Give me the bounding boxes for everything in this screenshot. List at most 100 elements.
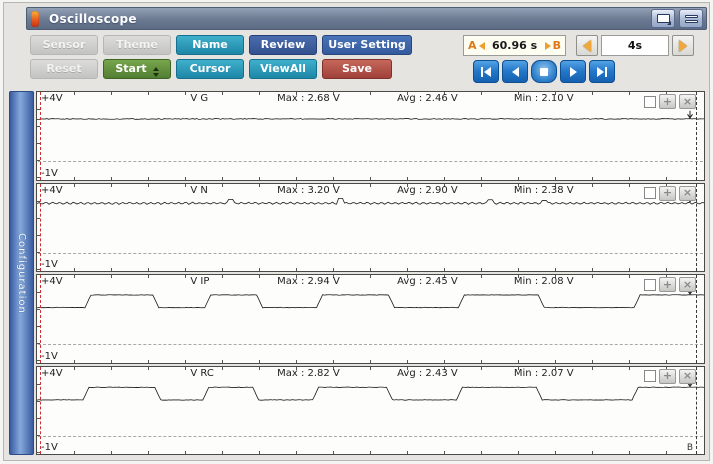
transport-controls bbox=[473, 60, 615, 83]
cursor-b-arrow-icon bbox=[545, 42, 551, 50]
cursor-a-line[interactable] bbox=[40, 367, 41, 455]
cursor-b-line[interactable] bbox=[696, 275, 697, 363]
cursor-button[interactable]: Cursor bbox=[176, 59, 244, 79]
sensor-button[interactable]: Sensor bbox=[30, 35, 98, 55]
app-icon bbox=[31, 11, 39, 27]
time-window-value[interactable]: 4s bbox=[601, 35, 669, 56]
go-first-button[interactable] bbox=[473, 60, 499, 83]
channel-close-button[interactable]: × bbox=[679, 94, 696, 109]
last-icon bbox=[597, 67, 604, 77]
oscilloscope-app: Oscilloscope Sensor Theme Name Review Us… bbox=[0, 0, 713, 464]
channel-close-button[interactable]: × bbox=[679, 277, 696, 292]
cursor-a-arrow-icon bbox=[479, 42, 485, 50]
channel-expand-button[interactable]: + bbox=[659, 369, 676, 384]
cursor-a-label: A bbox=[468, 39, 477, 52]
channel-panel-vrc[interactable]: +4V V RC Max : 2.82 V Avg : 2.43 V Min :… bbox=[36, 366, 705, 456]
next-icon bbox=[570, 67, 577, 77]
channels-area: Configuration +4V V G Max : 2.68 V Avg :… bbox=[9, 91, 705, 455]
max-value: Max : 2.82 V bbox=[277, 368, 340, 379]
waveform-vg bbox=[37, 92, 704, 180]
top-tick-marks bbox=[38, 275, 703, 278]
y-min-label: -1V bbox=[41, 442, 58, 453]
min-value: Min : 2.08 V bbox=[514, 276, 574, 287]
theme-button[interactable]: Theme bbox=[103, 35, 171, 55]
top-tick-marks bbox=[38, 184, 703, 187]
y-min-label: -1V bbox=[41, 259, 58, 270]
top-tick-marks bbox=[38, 367, 703, 370]
min-value: Min : 2.10 V bbox=[514, 93, 574, 104]
cursor-b-line[interactable] bbox=[696, 184, 697, 272]
channel-checkbox[interactable] bbox=[644, 370, 656, 382]
max-value: Max : 2.68 V bbox=[277, 93, 340, 104]
channel-checkbox[interactable] bbox=[644, 96, 656, 108]
start-spinner-icon[interactable] bbox=[153, 67, 159, 77]
channel-name: V N bbox=[190, 185, 208, 196]
channel-panel-vip[interactable]: +4V V IP Max : 2.94 V Avg : 2.45 V Min :… bbox=[36, 274, 705, 364]
top-tick-marks bbox=[38, 92, 703, 95]
waveform-vrc bbox=[37, 367, 704, 455]
channel-expand-button[interactable]: + bbox=[659, 186, 676, 201]
channel-expand-button[interactable]: + bbox=[659, 277, 676, 292]
bottom-tick-marks bbox=[38, 451, 703, 454]
cursor-a-line[interactable] bbox=[40, 92, 41, 180]
window-title: Oscilloscope bbox=[49, 12, 137, 26]
left-arrow-icon bbox=[583, 40, 591, 52]
review-button[interactable]: Review bbox=[249, 35, 317, 55]
bottom-tick-marks bbox=[38, 360, 703, 363]
avg-value: Avg : 2.43 V bbox=[397, 368, 458, 379]
reset-button[interactable]: Reset bbox=[30, 59, 98, 79]
channel-name: V G bbox=[190, 93, 208, 104]
name-button[interactable]: Name bbox=[176, 35, 244, 55]
app-window: Oscilloscope Sensor Theme Name Review Us… bbox=[3, 2, 710, 461]
avg-value: Avg : 2.46 V bbox=[397, 93, 458, 104]
channel-close-button[interactable]: × bbox=[679, 369, 696, 384]
ab-range-display[interactable]: A 60.96 s B bbox=[463, 35, 566, 56]
cursor-b-label: B bbox=[553, 39, 561, 52]
time-window-decrease-button[interactable] bbox=[576, 35, 598, 56]
stop-button[interactable] bbox=[531, 60, 557, 83]
go-last-button[interactable] bbox=[589, 60, 615, 83]
step-back-button[interactable] bbox=[502, 60, 528, 83]
first-icon bbox=[481, 67, 483, 77]
viewall-button[interactable]: ViewAll bbox=[249, 59, 317, 79]
y-max-label: +4V bbox=[41, 368, 63, 379]
channel-close-button[interactable]: × bbox=[679, 186, 696, 201]
channel-checkbox[interactable] bbox=[644, 279, 656, 291]
zero-volt-gridline bbox=[38, 436, 703, 437]
minimize-icon bbox=[685, 15, 698, 23]
cursor-a-line[interactable] bbox=[40, 184, 41, 272]
channel-panel-vg[interactable]: +4V V G Max : 2.68 V Avg : 2.46 V Min : … bbox=[36, 91, 705, 181]
channel-name: V IP bbox=[190, 276, 209, 287]
cursor-b-tag: B bbox=[687, 443, 693, 453]
step-forward-button[interactable] bbox=[560, 60, 586, 83]
start-button[interactable]: Start bbox=[103, 59, 171, 79]
zero-volt-gridline bbox=[38, 161, 703, 162]
previous-icon bbox=[512, 67, 519, 77]
capture-view-button[interactable] bbox=[651, 9, 675, 28]
user-setting-button[interactable]: User Setting bbox=[322, 35, 412, 55]
cursor-a-line[interactable] bbox=[40, 275, 41, 363]
channel-name: V RC bbox=[190, 368, 213, 379]
minimize-button[interactable] bbox=[679, 9, 703, 28]
stop-icon bbox=[540, 68, 548, 76]
y-max-label: +4V bbox=[41, 276, 63, 287]
time-window-increase-button[interactable] bbox=[672, 35, 694, 56]
channel-expand-button[interactable]: + bbox=[659, 94, 676, 109]
max-value: Max : 3.20 V bbox=[277, 185, 340, 196]
save-button[interactable]: Save bbox=[322, 59, 392, 79]
min-value: Min : 2.07 V bbox=[514, 368, 574, 379]
ab-range-value: 60.96 s bbox=[487, 39, 543, 52]
max-value: Max : 2.94 V bbox=[277, 276, 340, 287]
screen-capture-icon bbox=[657, 14, 670, 23]
bottom-tick-marks bbox=[38, 177, 703, 180]
title-bar[interactable]: Oscilloscope bbox=[26, 7, 707, 30]
configuration-tab[interactable]: Configuration bbox=[9, 91, 34, 455]
cursor-b-line[interactable] bbox=[696, 367, 697, 455]
channel-panel-vn[interactable]: +4V V N Max : 3.20 V Avg : 2.90 V Min : … bbox=[36, 183, 705, 273]
waveform-vn bbox=[37, 184, 704, 272]
right-arrow-icon bbox=[679, 40, 687, 52]
channel-checkbox[interactable] bbox=[644, 187, 656, 199]
zero-volt-gridline bbox=[38, 253, 703, 254]
waveform-vip bbox=[37, 275, 704, 363]
cursor-b-line[interactable] bbox=[696, 92, 697, 180]
